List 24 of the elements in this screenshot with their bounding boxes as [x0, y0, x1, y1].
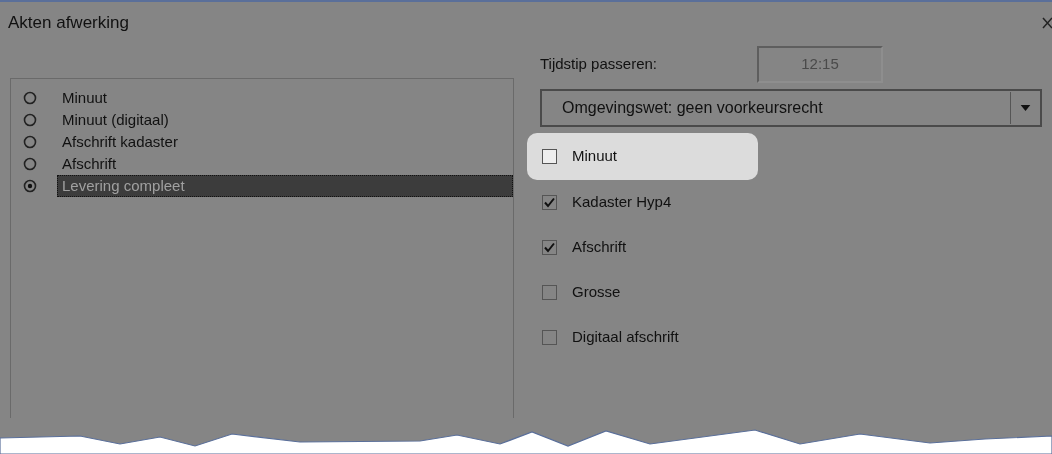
option-label[interactable]: Minuut (digitaal): [57, 110, 513, 130]
option-label[interactable]: Afschrift: [57, 154, 513, 174]
option-label[interactable]: Afschrift kadaster: [57, 132, 513, 152]
radio-button[interactable]: [23, 135, 37, 149]
close-icon[interactable]: [1042, 16, 1052, 30]
option-label[interactable]: Minuut: [57, 88, 513, 108]
checkbox[interactable]: [542, 240, 557, 255]
checkbox-label[interactable]: Grosse: [572, 281, 621, 304]
radio-button[interactable]: [23, 91, 37, 105]
checkbox[interactable]: [542, 195, 557, 210]
field-label: Tijdstip passeren:: [540, 53, 658, 74]
checkbox[interactable]: [542, 285, 557, 300]
option-label[interactable]: Levering compleet: [57, 175, 513, 197]
checkbox[interactable]: [542, 149, 557, 164]
checkbox-label[interactable]: Digitaal afschrift: [572, 326, 679, 349]
radio-button[interactable]: [23, 157, 37, 171]
radio-button[interactable]: [23, 179, 37, 193]
checkbox-label[interactable]: Minuut: [572, 145, 618, 168]
window-title: Akten afwerking: [8, 12, 129, 35]
dropdown[interactable]: Omgevingswet: geen voorkeursrecht: [540, 89, 1042, 127]
checkbox[interactable]: [542, 330, 557, 345]
checkbox-label[interactable]: Afschrift: [572, 236, 627, 259]
checkbox-label[interactable]: Kadaster Hyp4: [572, 191, 672, 214]
radio-button[interactable]: [23, 113, 37, 127]
